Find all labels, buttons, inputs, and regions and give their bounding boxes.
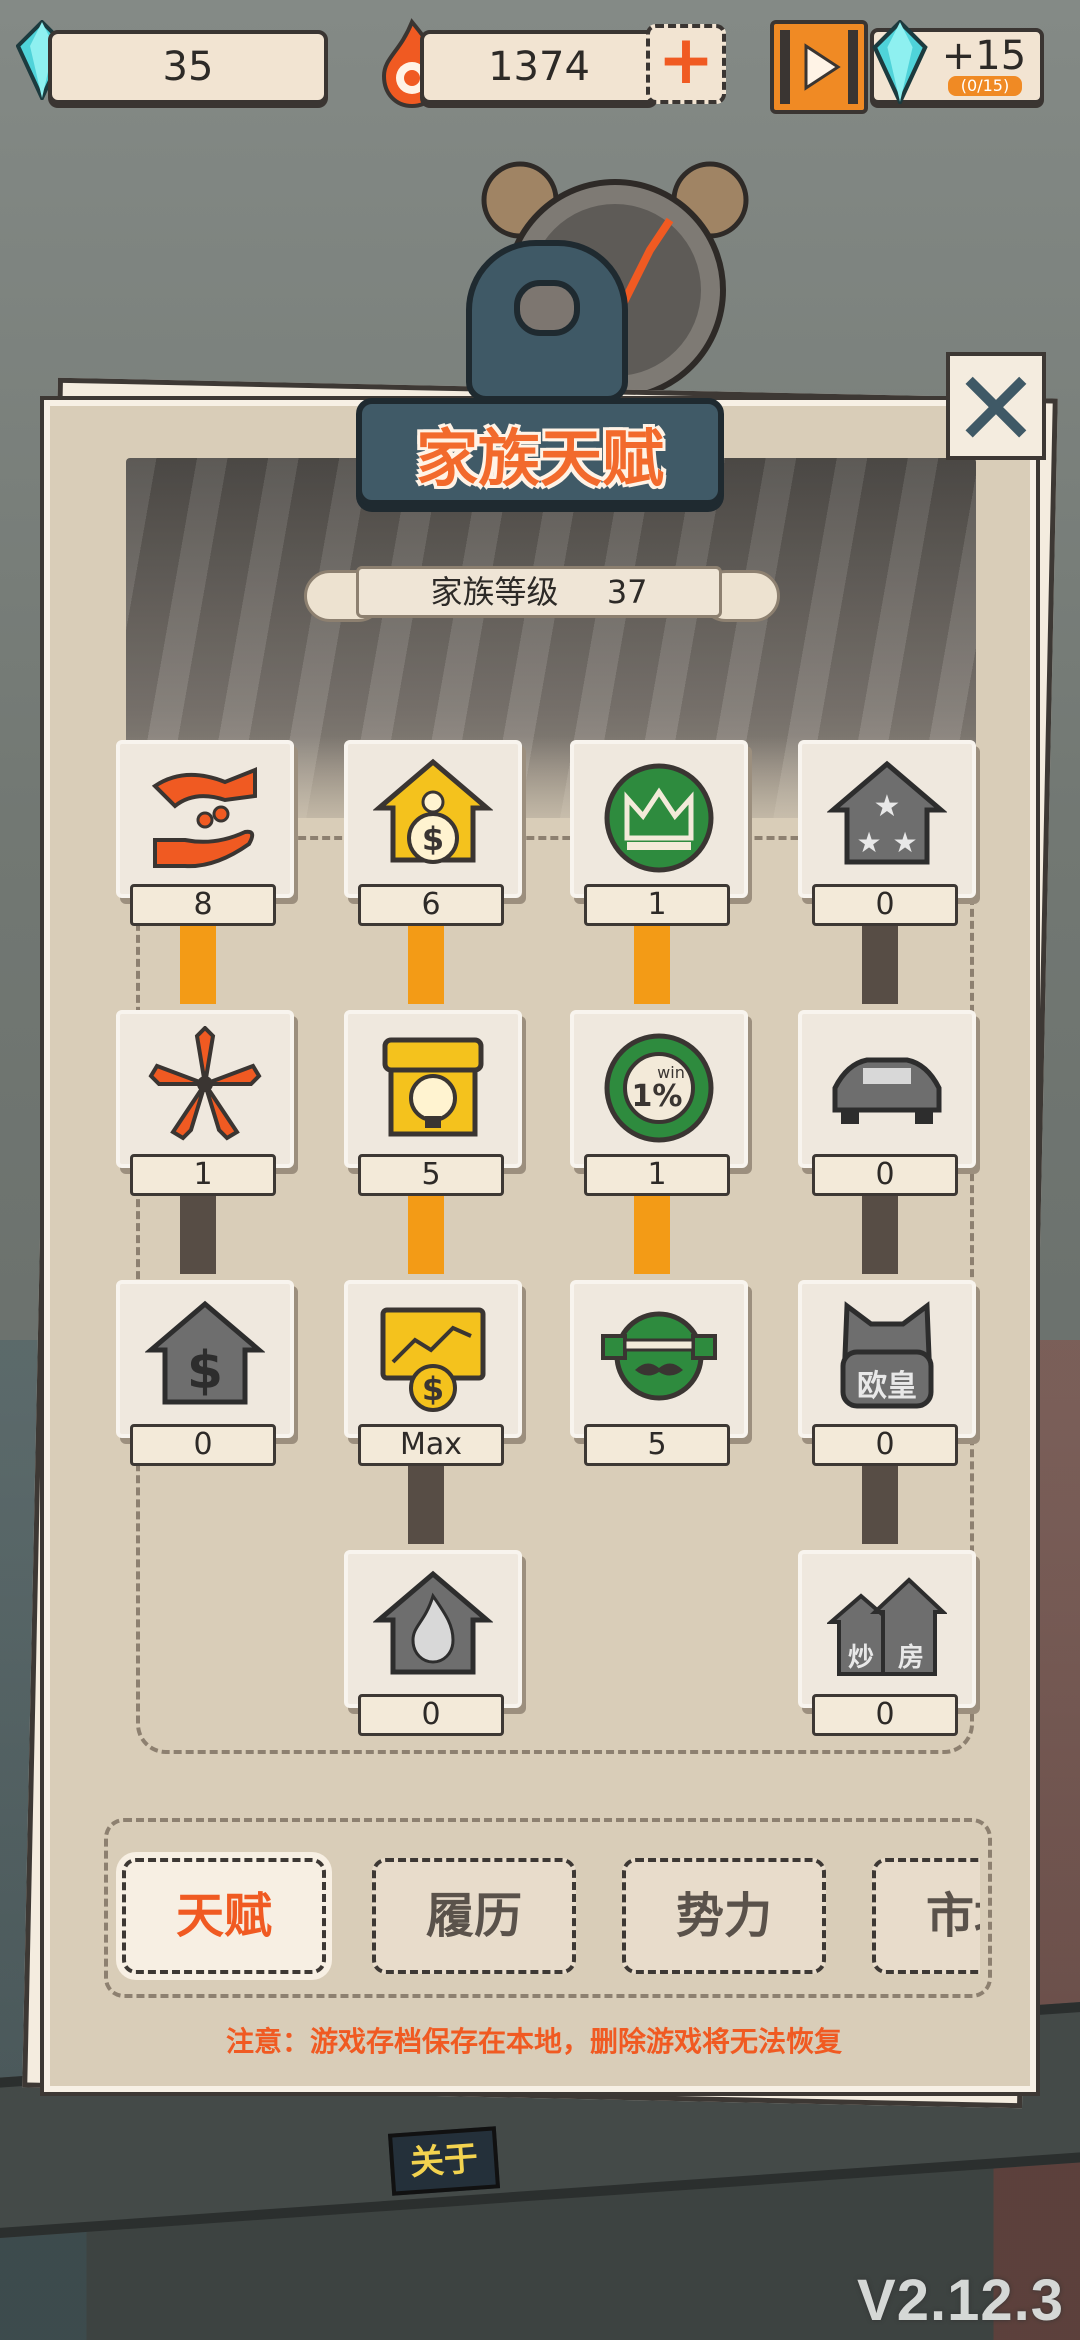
talent-house-dollar[interactable]: $ [116,1280,294,1438]
crown-icon [604,763,714,873]
talent-level: 0 [130,1424,276,1466]
house-flip-icon: 炒 房 [827,1577,947,1676]
house-flame-icon [373,1570,493,1675]
svg-text:1%: 1% [632,1079,683,1114]
talent-connector [862,1462,898,1544]
car-icon [832,1057,942,1124]
mustache-helmet-icon [601,1311,717,1401]
tab-influence[interactable]: 势力 [622,1858,826,1974]
handshake-coin-icon [151,767,257,869]
talent-house-flame[interactable] [344,1550,522,1708]
tab-history[interactable]: 履历 [372,1858,576,1974]
svg-text:$: $ [422,1370,444,1408]
reward-amount: +15 [941,33,1027,79]
family-level-label: 家族等级 [430,573,559,611]
talent-flower[interactable] [116,1010,294,1168]
binder-clip [466,240,628,402]
talent-level: 0 [812,1154,958,1196]
tab-market-clip: 市场 [872,1858,980,1974]
talent-connector [862,922,898,1004]
talent-connector [862,1192,898,1274]
talent-handshake[interactable] [116,740,294,898]
talent-mustache-helmet[interactable] [570,1280,748,1438]
talent-house-money[interactable]: $ [344,740,522,898]
talent-level: 0 [812,1694,958,1736]
svg-text:房: 房 [898,1643,924,1673]
talent-crown[interactable] [570,740,748,898]
family-level-value: 37 [606,573,648,611]
talent-connector [180,922,216,1004]
flower-icon [148,1026,262,1141]
panel-title: 家族天赋 [415,422,664,495]
talent-connector [408,922,444,1004]
stock-monitor-icon: $ [380,1307,486,1412]
close-icon: ✕ [952,348,1040,470]
talent-level: 0 [812,1424,958,1466]
house-stars-icon: ★ ★ ★ [827,760,947,865]
talent-level: 1 [584,1154,730,1196]
svg-text:★: ★ [892,826,917,859]
talent-lucky-cat[interactable]: 欧皇 [798,1280,976,1438]
version-label: V2.12.3 [857,2268,1064,2333]
talent-house-flip[interactable]: 炒 房 [798,1550,976,1708]
svg-text:★: ★ [874,789,901,824]
family-level: 家族等级 37 [356,566,722,618]
title-plate: 家族天赋 [356,398,724,506]
talent-connector [408,1192,444,1274]
talent-connector [180,1192,216,1274]
talent-stock-monitor[interactable]: $ [344,1280,522,1438]
watch-video-button[interactable] [770,20,868,114]
tab-market[interactable]: 市场 [872,1858,980,1974]
svg-text:★: ★ [856,826,881,859]
talent-level: 8 [130,884,276,926]
coin-counter: 1374 [420,30,658,104]
talent-connector [634,1192,670,1274]
talent-level: 0 [358,1694,504,1736]
save-notice: 注意：游戏存档保存在本地，删除游戏将无法恢复 [225,2025,842,2058]
talent-house-stars[interactable]: ★ ★ ★ [798,740,976,898]
lucky-cat-icon: 欧皇 [840,1301,934,1409]
talent-level: 5 [358,1154,504,1196]
tab-talent[interactable]: 天赋 [122,1858,326,1974]
gem-counter: 35 [48,30,328,104]
house-dollar-icon: $ [145,1300,265,1405]
shop-bulb-icon [382,1037,484,1137]
svg-text:$: $ [422,820,444,858]
talent-car[interactable] [798,1010,976,1168]
house-money-icon: $ [373,758,493,864]
video-play-icon [780,30,858,104]
talent-level: 0 [812,884,958,926]
svg-text:欧皇: 欧皇 [857,1369,917,1404]
clip-hole [514,280,580,336]
talent-level: Max [358,1424,504,1466]
reward-count: (0/15) [948,76,1022,96]
casino-chip-icon: win 1% [604,1033,714,1143]
about-truck-sign[interactable]: 关于 [387,2126,501,2196]
svg-text:$: $ [187,1341,223,1401]
talent-connector [634,922,670,1004]
talent-connector [408,1462,444,1544]
talent-level: 6 [358,884,504,926]
add-coins-button[interactable]: + [646,24,726,104]
video-reward[interactable]: +15 (0/15) [870,20,1044,104]
svg-text:炒: 炒 [848,1643,874,1673]
talent-shop-bulb[interactable] [344,1010,522,1168]
close-button[interactable]: ✕ [946,348,1046,470]
talent-level: 1 [584,884,730,926]
talent-level: 5 [584,1424,730,1466]
diamond-icon [872,20,928,104]
talent-level: 1 [130,1154,276,1196]
talent-casino-chip[interactable]: win 1% [570,1010,748,1168]
